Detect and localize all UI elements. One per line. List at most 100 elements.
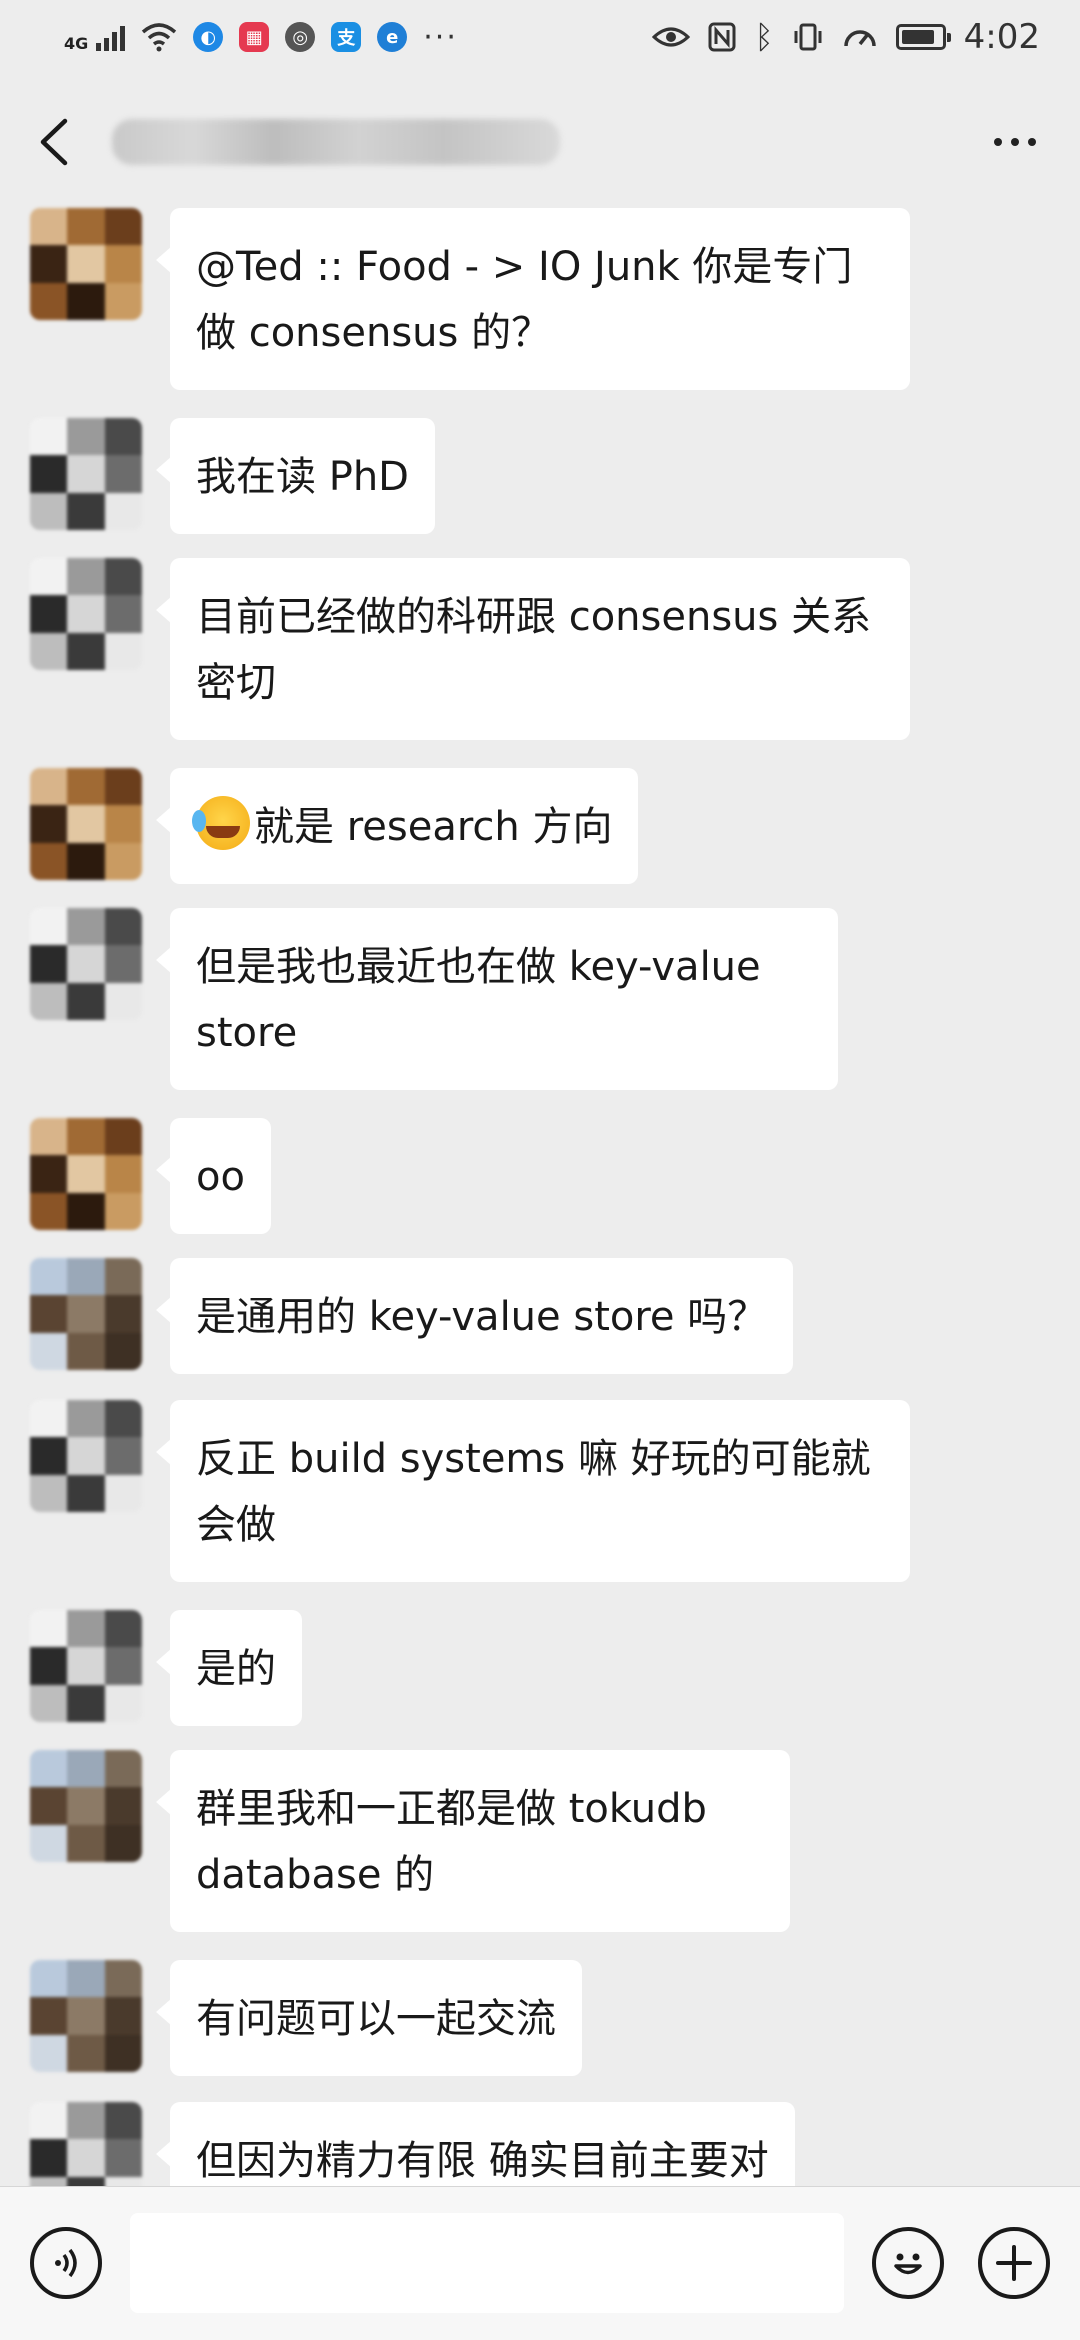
avatar-pixel [104,1118,142,1157]
back-button[interactable] [22,110,86,174]
avatar[interactable] [30,418,142,530]
avatar-pixel [67,1332,106,1370]
message-bubble[interactable]: 群里我和一正都是做 tokudb database 的 [156,1750,790,1932]
dot [1028,138,1036,146]
avatar-pixel [30,1118,69,1157]
avatar-pixel [104,208,142,247]
avatar-pixel [104,2176,142,2186]
avatar-pixel [30,982,69,1020]
avatar-pixel [104,1474,142,1512]
avatar[interactable] [30,908,142,1020]
avatar-pixel [30,945,69,984]
message-bubble[interactable]: 反正 build systems 嘛 好玩的可能就会做 [156,1400,910,1582]
avatar[interactable] [30,558,142,670]
avatar-pixel [30,1684,69,1722]
avatar-pixel [104,2139,142,2178]
message-bubble[interactable]: 有问题可以一起交流 [156,1960,582,2076]
avatar-pixel [67,1787,106,1826]
message-bubble[interactable]: 但因为精力有限 确实目前主要对 [156,2102,795,2186]
browser-app-icon: ◎ [285,22,316,52]
vibrate-icon [794,23,822,51]
message-text: 反正 build systems 嘛 好玩的可能就会做 [196,1436,871,1548]
avatar-pixel [104,455,142,494]
avatar[interactable] [30,1750,142,1862]
message-text: oo [196,1154,245,1200]
avatar-pixel [104,842,142,880]
eye-comfort-icon [652,27,691,47]
message-bubble[interactable]: @Ted :: Food - > IO Junk 你是专门做 consensus… [156,208,910,390]
avatar-pixel [104,282,142,320]
avatar[interactable] [30,208,142,320]
message-list[interactable]: @Ted :: Food - > IO Junk 你是专门做 consensus… [0,188,1080,2186]
avatar-pixel [67,1684,106,1722]
avatar[interactable] [30,1960,142,2072]
message-bubble[interactable]: 就是 research 方向 [155,768,639,884]
avatar[interactable] [30,2102,142,2186]
avatar-pixel [30,1258,69,1297]
avatar[interactable] [30,1118,142,1230]
title-bar [0,96,1080,188]
avatar-pixel [30,2034,69,2072]
avatar-pixel [67,632,106,670]
message-text: @Ted :: Food - > IO Junk 你是专门做 consensus… [196,244,853,356]
avatar-pixel [104,1787,142,1826]
more-notifications-icon: ··· [423,19,458,55]
avatar-pixel [30,1437,69,1476]
avatar-pixel [30,1400,69,1439]
avatar-pixel [104,1997,142,2036]
avatar-pixel [67,1295,106,1334]
avatar-pixel [104,245,142,284]
avatar-pixel [30,2139,69,2178]
chevron-left-icon [40,118,68,166]
avatar-pixel [30,632,69,670]
avatar-pixel [30,1647,69,1686]
message-bubble[interactable]: 是通用的 key-value store 吗？ [155,1258,794,1374]
avatar[interactable] [30,1258,142,1370]
avatar-pixel [104,595,142,634]
dot [1011,138,1019,146]
avatar-pixel [67,245,106,284]
message-text: 是通用的 key-value store 吗？ [196,1294,768,1340]
status-left: 4G ◐ ▦ ◎ 支 e ··· [64,20,458,55]
message-bubble[interactable]: 是的 [156,1610,302,1726]
avatar-pixel [67,1258,106,1297]
avatar-pixel [30,492,69,530]
voice-input-button[interactable] [30,2227,102,2299]
avatar-pixel [30,1155,69,1194]
avatar-pixel [30,595,69,634]
avatar-pixel [30,1295,69,1334]
avatar-pixel [104,1400,142,1439]
message-text: 但是我也最近也在做 key-value store [196,944,761,1056]
calendar-app-icon: ▦ [239,22,270,52]
message-bubble[interactable]: 我在读 PhD [156,418,435,534]
avatar-pixel [104,418,142,457]
avatar[interactable] [30,1400,142,1512]
avatar-pixel [67,1647,106,1686]
message-bubble[interactable]: oo [156,1118,271,1234]
avatar-pixel [30,805,69,844]
avatar[interactable] [30,768,142,880]
avatar-pixel [104,768,142,807]
emoji-button[interactable] [872,2227,944,2299]
avatar[interactable] [30,1610,142,1722]
app-notification-icon: ◐ [193,22,224,52]
voice-icon [55,2248,77,2278]
avatar-pixel [67,1750,106,1789]
battery-level-fill [901,30,934,44]
more-actions-button[interactable] [978,2227,1050,2299]
avatar-pixel [104,1824,142,1862]
more-options-button[interactable] [980,110,1050,174]
alipay-icon: 支 [331,22,362,52]
avatar-pixel [67,492,106,530]
avatar-pixel [67,208,106,247]
message-input[interactable] [130,2213,844,2313]
edge-app-icon: e [377,22,408,52]
avatar-pixel [104,945,142,984]
message-bubble[interactable]: 目前已经做的科研跟 consensus 关系密切 [156,558,910,740]
avatar-pixel [30,2102,69,2141]
avatar-pixel [30,418,69,457]
avatar-pixel [67,418,106,457]
message-bubble[interactable]: 但是我也最近也在做 key-value store [156,908,838,1090]
avatar-pixel [104,982,142,1020]
battery-icon [895,24,951,50]
